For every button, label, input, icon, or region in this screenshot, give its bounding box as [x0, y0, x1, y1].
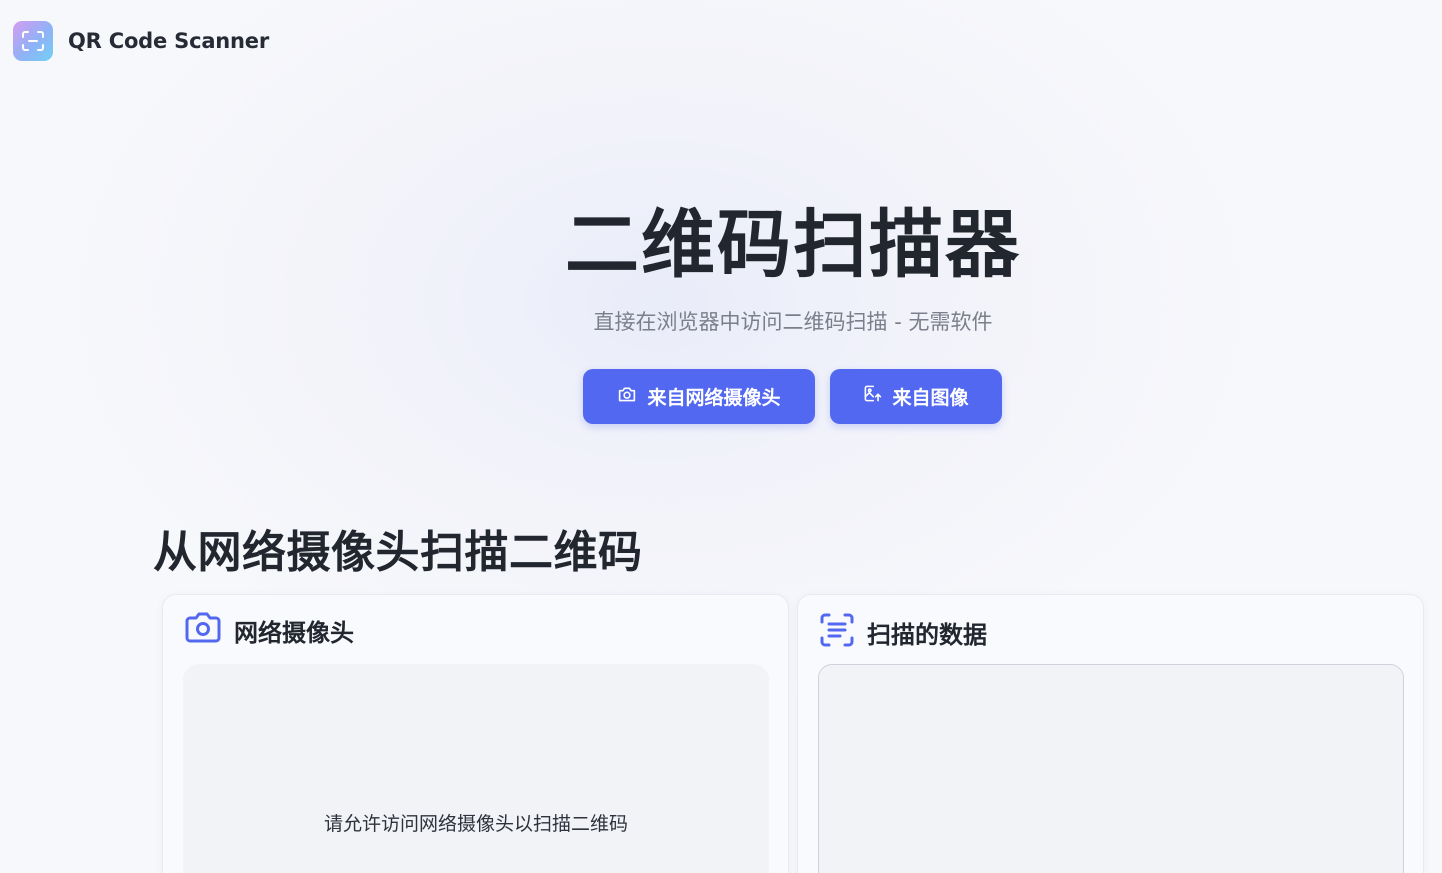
from-image-button[interactable]: 来自图像 [830, 369, 1002, 424]
page-title: 二维码扫描器 [565, 202, 1021, 288]
page-subtitle: 直接在浏览器中访问二维码扫描 - 无需软件 [593, 310, 993, 334]
scan-icon[interactable] [13, 21, 53, 61]
webcam-card: 网络摄像头 请允许访问网络摄像头以扫描二维码 [162, 594, 789, 873]
from-webcam-button[interactable]: 来自网络摄像头 [583, 369, 815, 424]
from-webcam-label: 来自网络摄像头 [647, 388, 781, 409]
webcam-preview[interactable]: 请允许访问网络摄像头以扫描二维码 [183, 664, 769, 873]
scanned-data-card-title: 扫描的数据 [867, 620, 987, 649]
scan-text-icon [819, 612, 855, 652]
camera-icon [184, 612, 222, 648]
section-title: 从网络摄像头扫描二维码 [153, 527, 643, 578]
image-upload-icon [863, 384, 882, 409]
scanned-data-card: 扫描的数据 [797, 594, 1424, 873]
mode-buttons: 来自网络摄像头 来自图像 [583, 369, 1002, 424]
webcam-card-title: 网络摄像头 [234, 618, 354, 647]
webcam-card-header: 网络摄像头 [184, 612, 354, 648]
scanned-data-output[interactable] [818, 664, 1404, 873]
scanned-data-card-header: 扫描的数据 [819, 612, 987, 652]
app-name[interactable]: QR Code Scanner [68, 29, 269, 53]
top-bar: QR Code Scanner [13, 21, 269, 61]
webcam-permission-message: 请允许访问网络摄像头以扫描二维码 [323, 813, 628, 835]
from-image-label: 来自图像 [892, 388, 969, 409]
camera-icon [617, 385, 637, 409]
